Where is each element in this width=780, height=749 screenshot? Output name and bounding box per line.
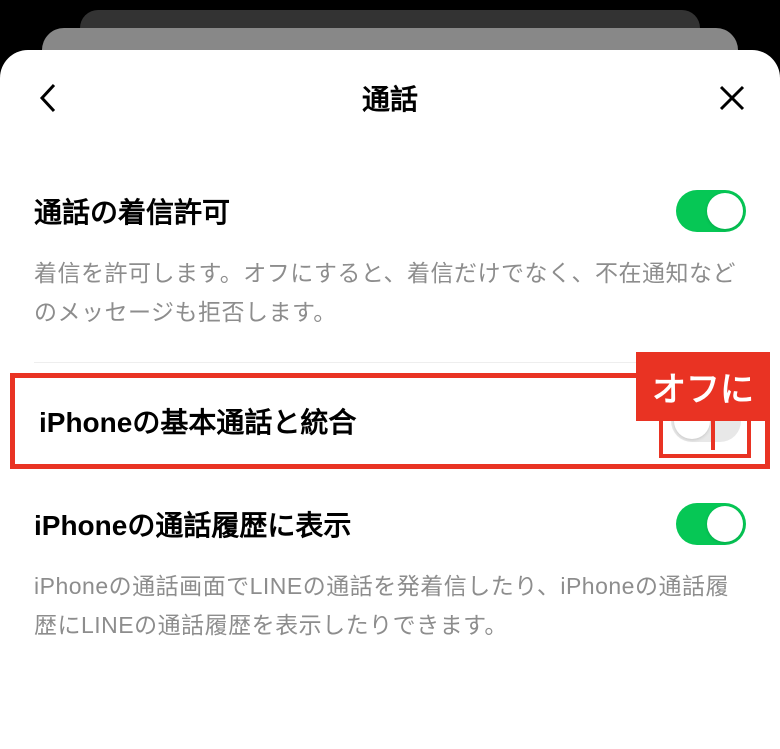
settings-panel: 通話 通話の着信許可 着信を許可します。オフにすると、着信だけでなく、不在通知な… bbox=[0, 50, 780, 749]
annotation-callout: オフに bbox=[636, 352, 770, 421]
setting-desc-allow-incoming: 着信を許可します。オフにすると、着信だけでなく、不在通知などのメッセージも拒否し… bbox=[0, 254, 780, 362]
back-button[interactable] bbox=[32, 82, 64, 114]
toggle-knob bbox=[707, 193, 743, 229]
setting-desc-bottom: iPhoneの通話画面でLINEの通話を発着信したり、iPhoneの通話履歴にL… bbox=[0, 567, 780, 675]
setting-title-allow-incoming: 通話の着信許可 bbox=[34, 191, 230, 231]
setting-title-integrate-iphone: iPhoneの基本通話と統合 bbox=[39, 401, 356, 441]
setting-title-show-in-history: iPhoneの通話履歴に表示 bbox=[34, 504, 351, 544]
toggle-show-in-history[interactable] bbox=[676, 503, 746, 545]
close-button[interactable] bbox=[716, 82, 748, 114]
toggle-allow-incoming[interactable] bbox=[676, 190, 746, 232]
header-bar: 通話 bbox=[0, 50, 780, 138]
setting-allow-incoming: 通話の着信許可 bbox=[0, 168, 780, 254]
chevron-left-icon bbox=[39, 83, 57, 113]
close-icon bbox=[719, 85, 745, 111]
setting-show-in-history: iPhoneの通話履歴に表示 bbox=[0, 481, 780, 567]
toggle-knob bbox=[707, 506, 743, 542]
page-title: 通話 bbox=[362, 78, 418, 118]
